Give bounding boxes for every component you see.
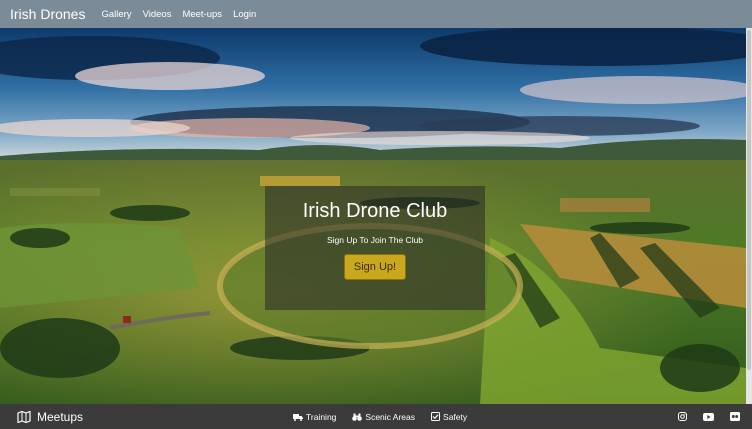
footer-bar: Meetups Training Scenic Areas Safety [0,404,752,429]
footer-brand-label: Meetups [37,409,84,424]
page-scrollbar[interactable] [746,28,752,404]
footer-social-links [662,404,740,429]
flickr-link[interactable] [730,412,740,421]
signup-button[interactable]: Sign Up! [343,254,407,280]
nav-link-meetups[interactable]: Meet-ups [182,9,222,20]
footer-links: Training Scenic Areas Safety [293,404,483,429]
binoculars-icon [352,413,363,421]
nav-link-gallery[interactable]: Gallery [101,9,131,20]
truck-icon [293,413,303,421]
footer-brand[interactable]: Meetups [17,410,83,424]
hero-overlay: Irish Drone Club Sign Up To Join The Clu… [265,186,485,310]
footer-link-training-label: Training [306,411,337,422]
nav-link-login[interactable]: Login [233,9,256,20]
nav-link-videos[interactable]: Videos [143,9,172,20]
hero-title: Irish Drone Club [302,200,448,222]
footer-link-scenic-areas[interactable]: Scenic Areas [352,412,415,422]
top-navbar: Irish Drones Gallery Videos Meet-ups Log… [0,0,752,28]
footer-link-scenic-areas-label: Scenic Areas [365,411,416,422]
instagram-link[interactable] [678,412,687,421]
hero-subtitle: Sign Up To Join The Club [326,235,424,245]
check-square-icon [431,412,441,421]
footer-link-training[interactable]: Training [293,412,336,422]
youtube-icon [703,412,714,421]
scrollbar-thumb[interactable] [747,30,751,370]
youtube-link[interactable] [703,412,714,421]
brand-link[interactable]: Irish Drones [10,6,85,22]
instagram-icon [678,412,687,421]
footer-link-safety-label: Safety [443,411,468,422]
map-icon [17,410,31,423]
footer-link-safety[interactable]: Safety [431,412,467,422]
flickr-icon [730,412,740,421]
